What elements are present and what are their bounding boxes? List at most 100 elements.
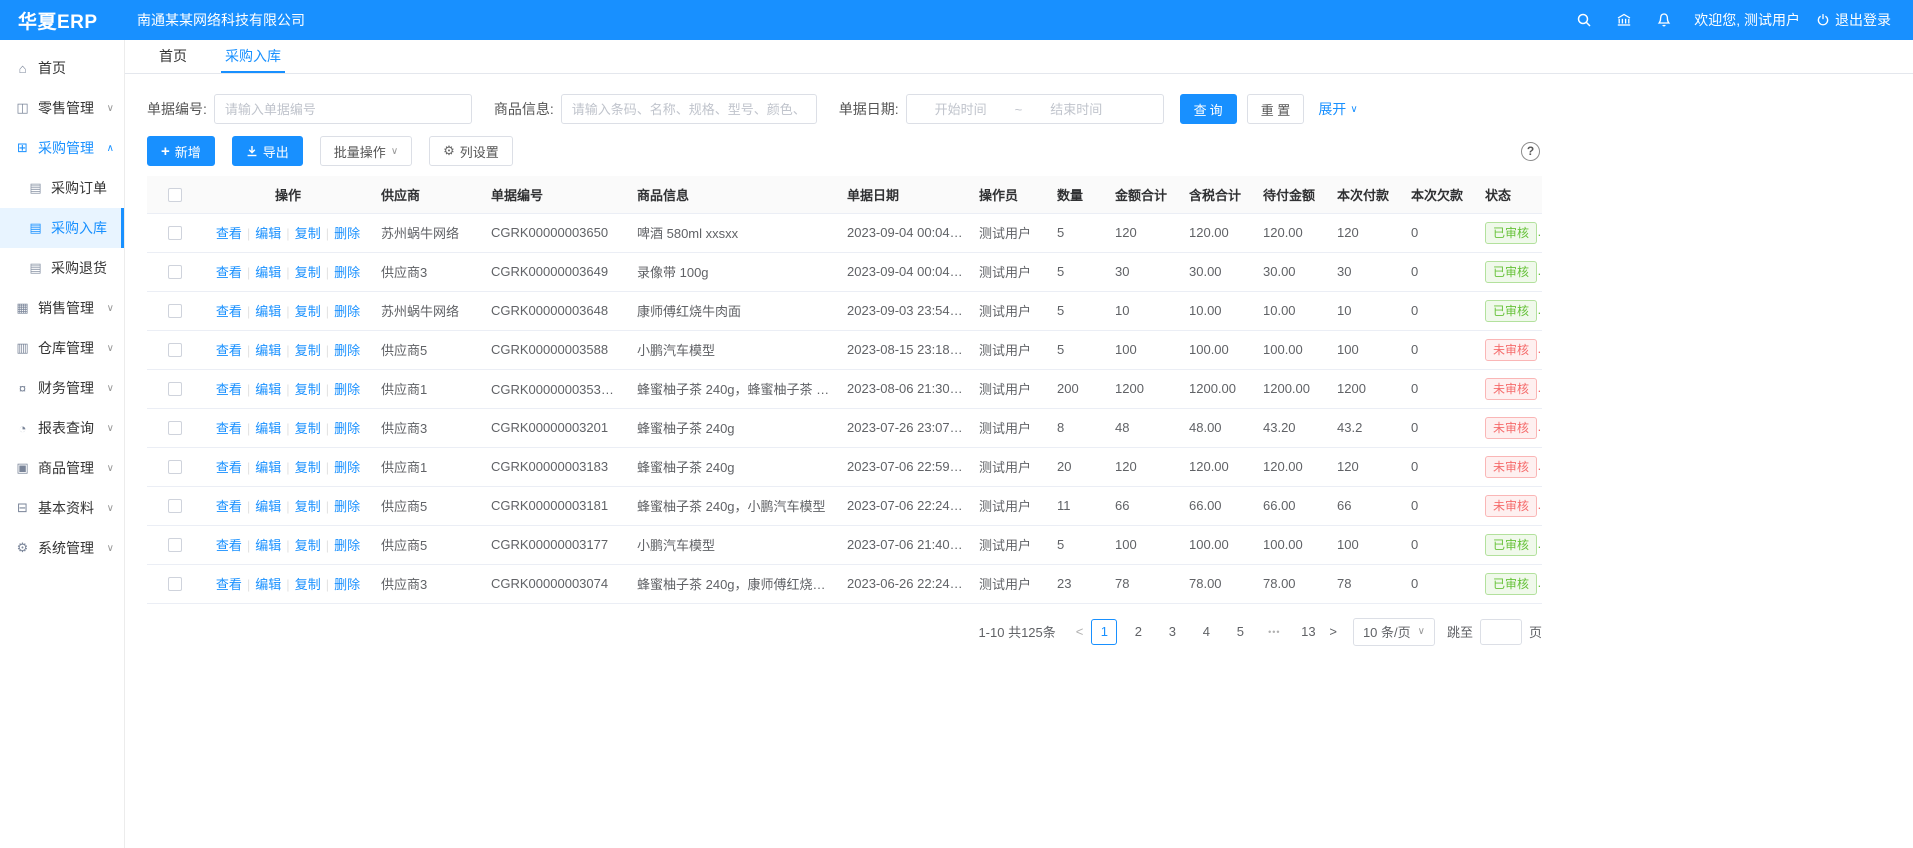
next-page-button[interactable]: > bbox=[1323, 624, 1343, 639]
row-checkbox[interactable] bbox=[168, 304, 182, 318]
sidebar-item-sales[interactable]: ▦销售管理∨ bbox=[0, 288, 124, 328]
sidebar-item-purchase[interactable]: ⊞采购管理∧ bbox=[0, 128, 124, 168]
row-checkbox[interactable] bbox=[168, 382, 182, 396]
row-action-delete[interactable]: 删除 bbox=[334, 343, 360, 358]
row-action-delete[interactable]: 删除 bbox=[334, 421, 360, 436]
reset-button[interactable]: 重 置 bbox=[1247, 94, 1305, 124]
row-action-view[interactable]: 查看 bbox=[216, 460, 242, 475]
row-checkbox[interactable] bbox=[168, 577, 182, 591]
row-checkbox[interactable] bbox=[168, 226, 182, 240]
sidebar-item-system[interactable]: ⚙系统管理∨ bbox=[0, 528, 124, 568]
row-action-edit[interactable]: 编辑 bbox=[255, 460, 281, 475]
row-action-delete[interactable]: 删除 bbox=[334, 265, 360, 280]
row-action-view[interactable]: 查看 bbox=[216, 265, 242, 280]
sidebar-item-purchase-return[interactable]: ▤采购退货 bbox=[0, 248, 124, 288]
add-button-label: 新增 bbox=[175, 142, 201, 161]
finance-icon: ¤ bbox=[14, 381, 31, 396]
row-action-copy[interactable]: 复制 bbox=[295, 538, 321, 553]
row-action-view[interactable]: 查看 bbox=[216, 382, 242, 397]
notification-bell-icon[interactable] bbox=[1656, 12, 1672, 28]
add-button[interactable]: + 新增 bbox=[147, 136, 215, 166]
row-action-copy[interactable]: 复制 bbox=[295, 265, 321, 280]
row-action-delete[interactable]: 删除 bbox=[334, 226, 360, 241]
row-checkbox[interactable] bbox=[168, 421, 182, 435]
sidebar-item-report[interactable]: ◔报表查询∨ bbox=[0, 408, 124, 448]
row-action-edit[interactable]: 编辑 bbox=[255, 265, 281, 280]
row-action-view[interactable]: 查看 bbox=[216, 538, 242, 553]
help-icon[interactable]: ? bbox=[1521, 142, 1540, 161]
row-action-copy[interactable]: 复制 bbox=[295, 343, 321, 358]
row-action-view[interactable]: 查看 bbox=[216, 226, 242, 241]
tab-purchase-in[interactable]: 采购入库 bbox=[221, 40, 285, 73]
row-checkbox[interactable] bbox=[168, 343, 182, 357]
pagination-page-13[interactable]: 13 bbox=[1295, 619, 1321, 645]
start-date-input[interactable] bbox=[915, 102, 1007, 117]
status-badge: 未审核 bbox=[1485, 456, 1537, 478]
column-header-actions: 操作 bbox=[203, 176, 373, 213]
sidebar-item-purchase-in[interactable]: ▤采购入库 bbox=[0, 208, 124, 248]
row-checkbox[interactable] bbox=[168, 265, 182, 279]
row-action-view[interactable]: 查看 bbox=[216, 421, 242, 436]
row-action-copy[interactable]: 复制 bbox=[295, 499, 321, 514]
row-action-copy[interactable]: 复制 bbox=[295, 304, 321, 319]
prev-page-button[interactable]: < bbox=[1070, 624, 1090, 639]
row-action-view[interactable]: 查看 bbox=[216, 499, 242, 514]
export-button[interactable]: 导出 bbox=[232, 136, 303, 166]
row-action-delete[interactable]: 删除 bbox=[334, 577, 360, 592]
expand-link[interactable]: 展开 ∨ bbox=[1318, 99, 1357, 119]
row-action-edit[interactable]: 编辑 bbox=[255, 226, 281, 241]
date-range-picker[interactable]: ~ bbox=[906, 94, 1164, 124]
sidebar-item-basedata[interactable]: ⊟基本资料∨ bbox=[0, 488, 124, 528]
row-action-edit[interactable]: 编辑 bbox=[255, 382, 281, 397]
sidebar-item-home[interactable]: ⌂首页 bbox=[0, 48, 124, 88]
batch-actions-button[interactable]: 批量操作 ∨ bbox=[320, 136, 412, 166]
row-action-view[interactable]: 查看 bbox=[216, 304, 242, 319]
row-action-copy[interactable]: 复制 bbox=[295, 460, 321, 475]
row-action-view[interactable]: 查看 bbox=[216, 343, 242, 358]
product-info-input[interactable] bbox=[561, 94, 817, 124]
search-button[interactable]: 查询 bbox=[1180, 94, 1237, 124]
sidebar-item-goods[interactable]: ▣商品管理∨ bbox=[0, 448, 124, 488]
row-action-edit[interactable]: 编辑 bbox=[255, 577, 281, 592]
row-checkbox[interactable] bbox=[168, 460, 182, 474]
sidebar-item-purchase-order[interactable]: ▤采购订单 bbox=[0, 168, 124, 208]
pagination-page-3[interactable]: 3 bbox=[1159, 619, 1185, 645]
row-action-copy[interactable]: 复制 bbox=[295, 226, 321, 241]
tab-home[interactable]: 首页 bbox=[155, 40, 191, 73]
row-action-delete[interactable]: 删除 bbox=[334, 460, 360, 475]
row-action-copy[interactable]: 复制 bbox=[295, 577, 321, 592]
row-action-edit[interactable]: 编辑 bbox=[255, 499, 281, 514]
end-date-input[interactable] bbox=[1030, 102, 1122, 117]
sidebar-item-retail[interactable]: ◫零售管理∨ bbox=[0, 88, 124, 128]
pagination-page-1[interactable]: 1 bbox=[1091, 619, 1117, 645]
column-settings-button[interactable]: ⚙ 列设置 bbox=[429, 136, 513, 166]
row-action-edit[interactable]: 编辑 bbox=[255, 343, 281, 358]
sidebar-item-warehouse[interactable]: ▥仓库管理∨ bbox=[0, 328, 124, 368]
row-action-delete[interactable]: 删除 bbox=[334, 538, 360, 553]
search-icon[interactable] bbox=[1576, 12, 1592, 28]
row-action-edit[interactable]: 编辑 bbox=[255, 421, 281, 436]
jump-page-input[interactable] bbox=[1480, 619, 1522, 645]
select-all-checkbox[interactable] bbox=[168, 188, 182, 202]
row-action-delete[interactable]: 删除 bbox=[334, 382, 360, 397]
row-actions: 查看|编辑|复制|删除 bbox=[203, 369, 373, 408]
pagination-page-2[interactable]: 2 bbox=[1125, 619, 1151, 645]
pagination-page-4[interactable]: 4 bbox=[1193, 619, 1219, 645]
cell-qty: 5 bbox=[1049, 330, 1107, 369]
pagination-page-5[interactable]: 5 bbox=[1227, 619, 1253, 645]
sidebar-item-finance[interactable]: ¤财务管理∨ bbox=[0, 368, 124, 408]
row-action-copy[interactable]: 复制 bbox=[295, 382, 321, 397]
row-action-delete[interactable]: 删除 bbox=[334, 304, 360, 319]
row-action-edit[interactable]: 编辑 bbox=[255, 304, 281, 319]
bank-icon[interactable] bbox=[1616, 12, 1632, 28]
row-action-delete[interactable]: 删除 bbox=[334, 499, 360, 514]
row-action-edit[interactable]: 编辑 bbox=[255, 538, 281, 553]
logout-button[interactable]: 退出登录 bbox=[1816, 10, 1891, 30]
row-checkbox[interactable] bbox=[168, 499, 182, 513]
row-action-copy[interactable]: 复制 bbox=[295, 421, 321, 436]
page-size-select[interactable]: 10 条/页 ∨ bbox=[1353, 618, 1435, 646]
row-action-view[interactable]: 查看 bbox=[216, 577, 242, 592]
bill-no-input[interactable] bbox=[214, 94, 472, 124]
welcome-text: 欢迎您, 测试用户 bbox=[1694, 10, 1800, 30]
row-checkbox[interactable] bbox=[168, 538, 182, 552]
